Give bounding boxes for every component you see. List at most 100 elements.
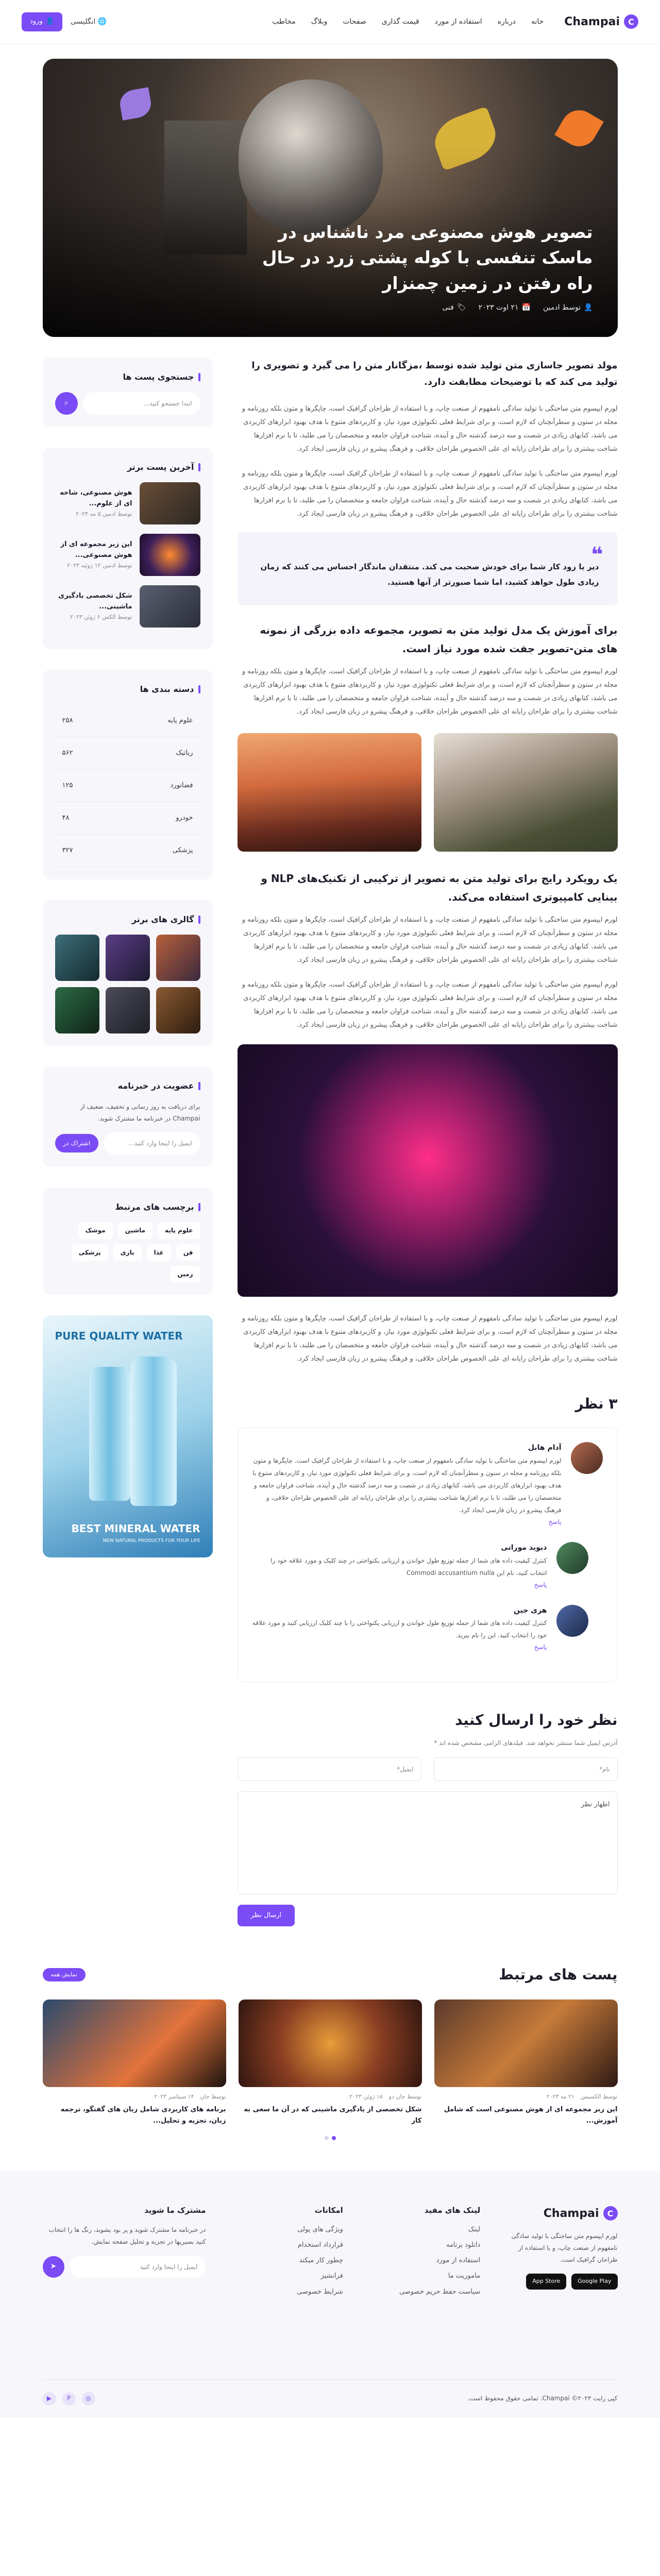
footer-link[interactable]: ویژگی های پولی [226, 2224, 343, 2235]
comment-author: آدام هابل [528, 1444, 562, 1452]
gallery-item[interactable] [55, 935, 99, 981]
nav-about[interactable]: درباره [498, 16, 516, 28]
nav-home[interactable]: خانه [531, 16, 544, 28]
footer-link[interactable]: چطور کار میکند [226, 2255, 343, 2266]
gallery-item[interactable] [156, 935, 200, 981]
latest-posts-widget: آخرین پست برتر هوش مصنوعی، شاخه ای از عل… [42, 448, 213, 650]
logo-icon: C [603, 2206, 618, 2221]
view-all-button[interactable]: نمایش همه [42, 1968, 86, 1982]
search-input[interactable]: ابتدا جستجو کنید... [82, 392, 200, 415]
advertisement-banner[interactable]: PURE QUALITY WATER BEST MINERAL WATER NE… [42, 1315, 213, 1558]
carousel-dot[interactable] [324, 2136, 329, 2140]
latest-post[interactable]: این زبر مجموعه ای از هوش مصنوعی... توسط … [55, 534, 200, 577]
form-note: آدرس ایمیل شما منتشر نخواهد شد. فیلدهای … [434, 1739, 618, 1747]
tag[interactable]: پزشکی [71, 1244, 108, 1261]
article-heading: برای آموزش یک مدل تولید متن به تصویر، مج… [260, 623, 618, 655]
tag[interactable]: بازی [113, 1244, 142, 1261]
login-button[interactable]: 👤 ورود [22, 12, 62, 31]
google-play-button[interactable]: Google Play [571, 2274, 618, 2290]
footer-email-input[interactable]: ایمیل را اینجا وارد کنید [69, 2256, 206, 2278]
nav-pricing[interactable]: قیمت گذاری [382, 16, 419, 28]
card-title: برنامه های کاربردی شامل زبان های گفتگو، … [60, 2105, 226, 2125]
instagram-icon[interactable]: ◎ [81, 2392, 95, 2405]
latest-post[interactable]: هوش مصنوعی، شاخه ای از علوم... توسط ادمی… [55, 482, 200, 525]
tag[interactable]: فن [176, 1244, 200, 1261]
category-item[interactable]: علوم پایه ۲۵۸ [55, 705, 200, 737]
post-meta: توسط ادمین ۱۲ ژوئیه ۲۰۲۳ [67, 562, 132, 569]
send-button[interactable]: ➤ [42, 2256, 64, 2278]
footer-link[interactable]: ماموریت ما [364, 2270, 480, 2282]
tag[interactable]: زمین [170, 1265, 200, 1283]
card-date: ۲۱ مه ۲۰۲۳ [546, 2093, 574, 2100]
search-button[interactable]: ⌕ [55, 392, 78, 415]
footer-link[interactable]: لینک [364, 2224, 480, 2235]
footer-link[interactable]: فرانشیز [226, 2270, 343, 2282]
name-field[interactable]: نام* [433, 1757, 618, 1782]
tag[interactable]: علوم پایه [158, 1222, 200, 1239]
reply-button[interactable]: پاسخ [549, 1518, 562, 1526]
post-thumbnail [139, 585, 200, 628]
hero-author[interactable]: 👤 توسط ادمین [543, 302, 593, 314]
image-pair [237, 733, 618, 852]
card-author: توسط الکسیس [580, 2093, 618, 2100]
related-card[interactable]: توسط جان دو ۱۸ ژوئن ۲۰۲۳ شکل تخصصی از یاد… [238, 1999, 422, 2127]
subscribe-button[interactable]: اشتراک در [55, 1133, 99, 1153]
quote-text: دیر یا زود کار شما برای خودش صحبت می کند… [260, 562, 599, 587]
article-paragraph: لورم ایپسوم متن ساختگی با تولید سادگی نا… [242, 1314, 618, 1363]
article-image-neon-helmet [237, 1044, 618, 1297]
reply-button[interactable]: پاسخ [534, 1581, 547, 1588]
widget-title: گالری های برتر [55, 912, 200, 926]
avatar [556, 1604, 588, 1637]
article-paragraph: لورم ایپسوم متن ساختگی با تولید سادگی نا… [242, 404, 618, 453]
hero-title: تصویر هوش مصنوعی مرد ناشناس در ماسک تنفس… [262, 222, 593, 293]
card-author: توسط جان [200, 2093, 226, 2100]
category-item[interactable]: پزشکی ۳۲۷ [55, 835, 200, 868]
post-title: هوش مصنوعی، شاخه ای از علوم... [60, 489, 132, 508]
carousel-dot[interactable] [331, 2136, 336, 2140]
footer-logo[interactable]: C Champai [501, 2204, 618, 2223]
latest-post[interactable]: شکل تخصصی یادگیری ماشینی... توسط الکس ۶ … [55, 585, 200, 628]
category-item[interactable]: فضانورد ۱۲۵ [55, 770, 200, 802]
nav-pages[interactable]: صفحات [343, 16, 366, 28]
article-paragraph: لورم ایپسوم متن ساختگی با تولید سادگی نا… [242, 980, 618, 1029]
submit-comment-button[interactable]: ارسال نظر [237, 1905, 295, 1927]
nav-contact[interactable]: مخاطب [272, 16, 296, 28]
footer-link[interactable]: شرایط خصوصی [226, 2286, 343, 2298]
gallery-item[interactable] [55, 987, 99, 1034]
nav-blog[interactable]: وبلاگ [311, 16, 328, 28]
youtube-icon[interactable]: ▶ [42, 2392, 56, 2405]
tag[interactable]: ماشین [117, 1222, 153, 1239]
footer-link[interactable]: استفاده از مورد [364, 2255, 480, 2266]
nav-use-case[interactable]: استفاده از مورد [435, 16, 482, 28]
comment-textarea[interactable]: اظهار نظر [237, 1791, 618, 1895]
footer-link[interactable]: دانلود برنامه [364, 2240, 480, 2251]
widget-title: جستجوی پست ها [55, 370, 200, 384]
app-store-button[interactable]: App Store [526, 2274, 567, 2290]
widget-title: برچسب های مرتبط [55, 1200, 200, 1214]
related-card[interactable]: توسط جان ۱۴ سپتامبر ۲۰۲۳ برنامه های کاربر… [42, 1999, 226, 2127]
ad-tagline: BEST MINERAL WATER [71, 1522, 200, 1535]
footer-link[interactable]: قرارداد استخدام [226, 2240, 343, 2251]
gallery-item[interactable] [156, 987, 200, 1034]
gallery-item[interactable] [105, 935, 150, 981]
email-field[interactable]: ایمیل* [237, 1757, 421, 1782]
logo[interactable]: C Champai [564, 12, 638, 31]
widget-title: عضویت در خبرنامه [55, 1079, 200, 1093]
gallery-item[interactable] [105, 987, 150, 1034]
article-image-planet [237, 733, 421, 852]
language-switch[interactable]: 🌐 انگلیسی [71, 16, 107, 28]
tag[interactable]: غذا [146, 1244, 171, 1261]
newsletter-email-input[interactable]: ایمیل را اینجا وارد کنید... [104, 1132, 200, 1155]
hero-category[interactable]: 🏷 فنی [442, 302, 466, 314]
tag[interactable]: موشک [78, 1222, 113, 1239]
comment-text: کنترل کیفیت داده های شما از جمله توزیع ط… [252, 1619, 547, 1639]
footer-subscribe-text: در خبرنامه ما مشترک شوید و پر بود بشوید،… [48, 2226, 206, 2245]
pinterest-icon[interactable]: P [62, 2392, 76, 2405]
card-image [434, 1999, 618, 2087]
newsletter-text: برای دریافت به روز رسانی و تخفیف، ضعیف ا… [80, 1103, 200, 1123]
footer-link[interactable]: سیاست حفظ حریم خصوصی [364, 2286, 480, 2298]
category-item[interactable]: رباتیک ۵۶۲ [55, 737, 200, 770]
related-card[interactable]: توسط الکسیس ۲۱ مه ۲۰۲۳ این زبر مجموعه ای … [434, 1999, 618, 2127]
reply-button[interactable]: پاسخ [534, 1643, 547, 1651]
category-item[interactable]: خودرو ۴۸ [55, 802, 200, 835]
